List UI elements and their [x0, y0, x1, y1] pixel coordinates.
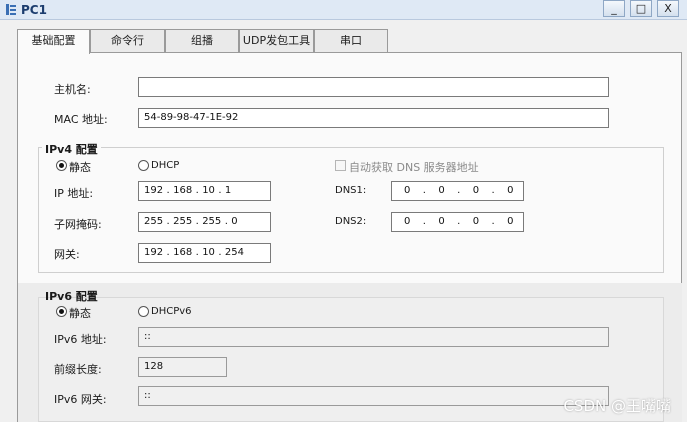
ipv4-static-label: 静态 [69, 161, 91, 174]
subnet-mask-input[interactable]: 255. 255. 255. 0 [138, 212, 271, 232]
watermark-text: CSDN @王嘴嘴 [563, 397, 671, 415]
mask-octet: 0 [231, 216, 238, 227]
ip-octet: 1 [224, 185, 232, 196]
ipv6-gateway-input[interactable]: :: [138, 386, 609, 406]
mask-octet: 255 [202, 216, 222, 227]
tab-basic-config[interactable]: 基础配置 [17, 29, 90, 54]
gateway-label: 网关: [54, 248, 80, 261]
maximize-button[interactable]: □ [630, 0, 652, 17]
ipv4-dhcp-label: DHCP [151, 160, 180, 171]
ipv6-dhcpv6-label: DHCPv6 [151, 306, 192, 317]
prefix-length-input[interactable]: 128 [138, 357, 227, 377]
ipv6-dhcpv6-radio[interactable] [138, 306, 149, 317]
dns2-input[interactable]: 0.0.0.0 [391, 212, 524, 232]
auto-dns-checkbox[interactable] [335, 160, 346, 171]
ipv4-dhcp-radio[interactable] [138, 160, 149, 171]
ipv6-address-input[interactable]: :: [138, 327, 609, 347]
minimize-button[interactable]: _ [603, 0, 625, 17]
hostname-label: 主机名: [54, 83, 91, 96]
ip-octet: 168 [173, 185, 193, 196]
ipv6-address-label: IPv6 地址: [54, 333, 107, 346]
gateway-input[interactable]: 192. 168. 10. 254 [138, 243, 271, 263]
pc-app-icon [6, 4, 16, 15]
gateway-octet: 254 [224, 247, 245, 258]
dns1-input[interactable]: 0.0.0.0 [391, 181, 524, 201]
title-bar: PC1 _ □ X [0, 0, 687, 20]
ipv6-gateway-label: IPv6 网关: [54, 393, 107, 406]
gateway-octet: 10 [202, 247, 215, 258]
hostname-input[interactable] [138, 77, 609, 97]
prefix-length-label: 前缀长度: [54, 363, 102, 376]
dns1-octet: 0 [507, 185, 514, 196]
mask-octet: 255 [144, 216, 164, 227]
subnet-mask-label: 子网掩码: [54, 218, 102, 231]
tab-serial-port[interactable]: 串口 [314, 29, 388, 52]
dns2-octet: 0 [507, 216, 514, 227]
ip-octet: 10 [202, 185, 215, 196]
tab-udp-tool[interactable]: UDP发包工具 [239, 29, 314, 52]
mac-input[interactable]: 54-89-98-47-1E-92 [138, 108, 609, 128]
ip-address-input[interactable]: 192. 168. 10. 1 [138, 181, 271, 201]
gateway-octet: 192 [144, 247, 164, 258]
ipv4-static-radio[interactable] [56, 160, 67, 171]
ipv6-group-title: IPv6 配置 [45, 290, 98, 303]
close-button[interactable]: X [657, 0, 679, 17]
window-title: PC1 [21, 3, 47, 17]
mask-octet: 255 [173, 216, 193, 227]
ipv6-static-radio[interactable] [56, 306, 67, 317]
tab-multicast[interactable]: 组播 [165, 29, 239, 52]
ip-octet: 192 [144, 185, 164, 196]
ipv6-static-label: 静态 [69, 307, 91, 320]
gateway-octet: 168 [173, 247, 193, 258]
mac-label: MAC 地址: [54, 113, 108, 126]
ip-address-label: IP 地址: [54, 187, 94, 200]
ipv4-group-title: IPv4 配置 [42, 141, 101, 157]
dns2-label: DNS2: [335, 216, 367, 227]
dns1-label: DNS1: [335, 185, 367, 196]
tab-command-line[interactable]: 命令行 [90, 29, 165, 52]
auto-dns-label: 自动获取 DNS 服务器地址 [349, 161, 479, 174]
